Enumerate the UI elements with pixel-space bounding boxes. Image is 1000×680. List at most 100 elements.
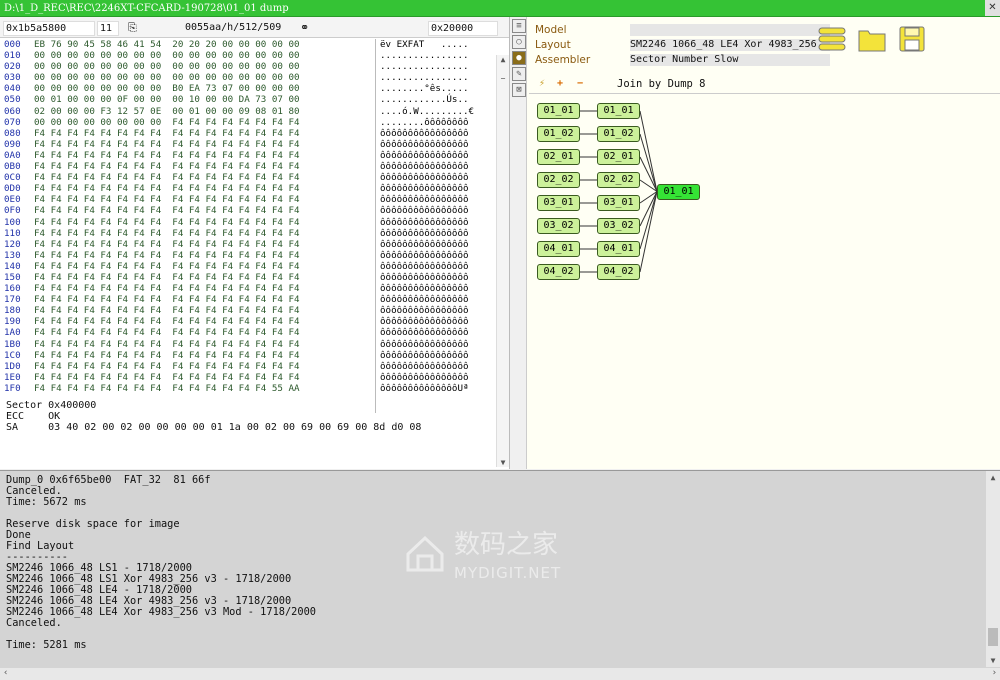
hex-bytes: EB 76 90 45 58 46 41 54 20 20 20 00 00 0…: [34, 39, 300, 50]
scroll-up-icon[interactable]: ▲: [497, 55, 509, 64]
hex-row[interactable]: 1B0 F4 F4 F4 F4 F4 F4 F4 F4 F4 F4 F4 F4 F…: [0, 339, 496, 350]
log-scroll-down-icon[interactable]: ▼: [986, 656, 1000, 665]
hex-row[interactable]: 040 00 00 00 00 00 00 00 00 B0 EA 73 07 0…: [0, 83, 496, 94]
hex-row[interactable]: 020 00 00 00 00 00 00 00 00 00 00 00 00 0…: [0, 61, 496, 72]
dump-node[interactable]: 03_01: [597, 195, 640, 211]
hex-row[interactable]: 100 F4 F4 F4 F4 F4 F4 F4 F4 F4 F4 F4 F4 F…: [0, 217, 496, 228]
hex-row[interactable]: 050 00 01 00 00 00 0F 00 00 00 10 00 00 D…: [0, 94, 496, 105]
dump-node[interactable]: 01_01: [597, 103, 640, 119]
scroll-down-icon[interactable]: ▼: [497, 458, 509, 467]
source-node[interactable]: 01_02: [537, 126, 580, 142]
hex-row[interactable]: 190 F4 F4 F4 F4 F4 F4 F4 F4 F4 F4 F4 F4 F…: [0, 316, 496, 327]
result-node[interactable]: 01_01: [657, 183, 700, 200]
hex-row[interactable]: 150 F4 F4 F4 F4 F4 F4 F4 F4 F4 F4 F4 F4 F…: [0, 272, 496, 283]
window-title: D:\1_D_REC\REC\2246XT-CFCARD-190728\01_0…: [4, 3, 289, 14]
model-field[interactable]: [630, 24, 830, 36]
hex-row[interactable]: 1D0 F4 F4 F4 F4 F4 F4 F4 F4 F4 F4 F4 F4 F…: [0, 361, 496, 372]
source-node[interactable]: 02_02: [537, 172, 580, 188]
hex-row[interactable]: 030 00 00 00 00 00 00 00 00 00 00 00 00 0…: [0, 72, 496, 83]
source-node[interactable]: 03_01: [537, 195, 580, 211]
hex-row[interactable]: 130 F4 F4 F4 F4 F4 F4 F4 F4 F4 F4 F4 F4 F…: [0, 250, 496, 261]
hex-row[interactable]: 0F0 F4 F4 F4 F4 F4 F4 F4 F4 F4 F4 F4 F4 F…: [0, 205, 496, 216]
bulb-active-icon[interactable]: ●: [512, 51, 526, 65]
hex-offset: 0B0: [4, 161, 21, 173]
hex-row[interactable]: 0E0 F4 F4 F4 F4 F4 F4 F4 F4 F4 F4 F4 F4 F…: [0, 194, 496, 205]
log-scrollbar[interactable]: ▲ ▼: [986, 471, 1000, 667]
hex-row[interactable]: 0B0 F4 F4 F4 F4 F4 F4 F4 F4 F4 F4 F4 F4 F…: [0, 161, 496, 172]
hex-row[interactable]: 1A0 F4 F4 F4 F4 F4 F4 F4 F4 F4 F4 F4 F4 F…: [0, 327, 496, 338]
source-node[interactable]: 02_01: [537, 149, 580, 165]
add-icon[interactable]: +: [557, 77, 563, 91]
address-field[interactable]: 0x1b5a5800: [3, 21, 95, 36]
hex-row[interactable]: 080 F4 F4 F4 F4 F4 F4 F4 F4 F4 F4 F4 F4 F…: [0, 128, 496, 139]
hex-row[interactable]: 140 F4 F4 F4 F4 F4 F4 F4 F4 F4 F4 F4 F4 F…: [0, 261, 496, 272]
hex-offset: 040: [4, 83, 21, 95]
assembler-field[interactable]: Sector Number Slow: [630, 54, 830, 66]
hex-row[interactable]: 000 EB 76 90 45 58 46 41 54 20 20 20 00 0…: [0, 39, 496, 50]
ascii-text: ôôôôôôôôôôôôôôôô: [380, 161, 469, 173]
log-scroll-up-icon[interactable]: ▲: [986, 473, 1000, 482]
remove-icon[interactable]: −: [577, 77, 583, 91]
source-node[interactable]: 03_02: [537, 218, 580, 234]
ascii-text: ôôôôôôôôôôôôôôôô: [380, 316, 469, 328]
hex-offset: 000: [4, 39, 21, 50]
offset-field[interactable]: 0x20000: [428, 21, 498, 36]
hex-row[interactable]: 170 F4 F4 F4 F4 F4 F4 F4 F4 F4 F4 F4 F4 F…: [0, 294, 496, 305]
hex-rows[interactable]: 000 EB 76 90 45 58 46 41 54 20 20 20 00 0…: [0, 39, 496, 394]
close-icon[interactable]: ✕: [985, 0, 1000, 16]
menu-stack-icon[interactable]: [817, 25, 847, 53]
source-node[interactable]: 04_01: [537, 241, 580, 257]
ascii-text: ôôôôôôôôôôôôôôôô: [380, 238, 469, 250]
source-node[interactable]: 04_02: [537, 264, 580, 280]
dump-node[interactable]: 01_02: [597, 126, 640, 142]
dump-node[interactable]: 02_01: [597, 149, 640, 165]
ascii-text: ........ôôôôôôôô: [380, 116, 469, 128]
folder-icon[interactable]: [857, 25, 887, 53]
hex-row[interactable]: 0C0 F4 F4 F4 F4 F4 F4 F4 F4 F4 F4 F4 F4 F…: [0, 172, 496, 183]
save-icon[interactable]: [897, 25, 927, 53]
hex-row[interactable]: 0A0 F4 F4 F4 F4 F4 F4 F4 F4 F4 F4 F4 F4 F…: [0, 150, 496, 161]
hex-offset: 080: [4, 127, 21, 139]
source-node[interactable]: 01_01: [537, 103, 580, 119]
hex-row[interactable]: 160 F4 F4 F4 F4 F4 F4 F4 F4 F4 F4 F4 F4 F…: [0, 283, 496, 294]
dump-node[interactable]: 04_02: [597, 264, 640, 280]
hex-scrollbar[interactable]: ▲ − ▼: [496, 55, 509, 467]
log-hscrollbar[interactable]: ‹ ›: [0, 668, 1000, 680]
count-field[interactable]: 11: [97, 21, 119, 36]
scroll-left-icon[interactable]: ‹: [3, 668, 8, 678]
ascii-text: ................: [380, 61, 469, 73]
hex-row[interactable]: 120 F4 F4 F4 F4 F4 F4 F4 F4 F4 F4 F4 F4 F…: [0, 239, 496, 250]
hex-row[interactable]: 090 F4 F4 F4 F4 F4 F4 F4 F4 F4 F4 F4 F4 F…: [0, 139, 496, 150]
dump-node[interactable]: 03_02: [597, 218, 640, 234]
scroll-minus-icon[interactable]: −: [497, 74, 509, 83]
hex-row[interactable]: 070 00 00 00 00 00 00 00 00 F4 F4 F4 F4 F…: [0, 117, 496, 128]
log-line: Time: 5281 ms: [6, 639, 87, 651]
hex-row[interactable]: 1C0 F4 F4 F4 F4 F4 F4 F4 F4 F4 F4 F4 F4 F…: [0, 350, 496, 361]
hex-row[interactable]: 1F0 F4 F4 F4 F4 F4 F4 F4 F4 F4 F4 F4 F4 F…: [0, 383, 496, 394]
hex-row[interactable]: 1E0 F4 F4 F4 F4 F4 F4 F4 F4 F4 F4 F4 F4 F…: [0, 372, 496, 383]
link-icon[interactable]: ⊠: [512, 83, 526, 97]
copy-icon[interactable]: ⎘: [128, 21, 137, 34]
log-line: Time: 5672 ms: [6, 496, 87, 508]
layout-field[interactable]: SM2246 1066_48 LE4 Xor 4983_256: [630, 39, 830, 51]
pencil-icon[interactable]: ✎: [512, 67, 526, 81]
scroll-right-icon[interactable]: ›: [992, 668, 997, 678]
hex-row[interactable]: 060 02 00 00 00 F3 12 57 0E 00 01 00 00 0…: [0, 106, 496, 117]
hex-row[interactable]: 180 F4 F4 F4 F4 F4 F4 F4 F4 F4 F4 F4 F4 F…: [0, 305, 496, 316]
dump-node[interactable]: 02_02: [597, 172, 640, 188]
hex-bytes: F4 F4 F4 F4 F4 F4 F4 F4 F4 F4 F4 F4 F4 F…: [34, 382, 300, 394]
wand-icon[interactable]: ⚡: [539, 77, 545, 91]
dump-node[interactable]: 04_01: [597, 241, 640, 257]
ascii-text: ........°ês.....: [380, 83, 469, 95]
list-icon[interactable]: ≡: [512, 19, 526, 33]
ascii-text: ôôôôôôôôôôôôôôôô: [380, 349, 469, 361]
log-scroll-thumb[interactable]: [988, 628, 998, 646]
hex-row[interactable]: 0D0 F4 F4 F4 F4 F4 F4 F4 F4 F4 F4 F4 F4 F…: [0, 183, 496, 194]
binoculars-icon[interactable]: ⚭: [300, 21, 309, 34]
hex-row[interactable]: 010 00 00 00 00 00 00 00 00 00 00 00 00 0…: [0, 50, 496, 61]
watermark-en: MYDIGIT.NET: [454, 564, 562, 582]
hex-row[interactable]: 110 F4 F4 F4 F4 F4 F4 F4 F4 F4 F4 F4 F4 F…: [0, 228, 496, 239]
hex-offset: 0C0: [4, 172, 21, 184]
bulb-icon[interactable]: ○: [512, 35, 526, 49]
graph-toolbar: ⚡ + − Join by Dump 8: [529, 74, 1000, 94]
